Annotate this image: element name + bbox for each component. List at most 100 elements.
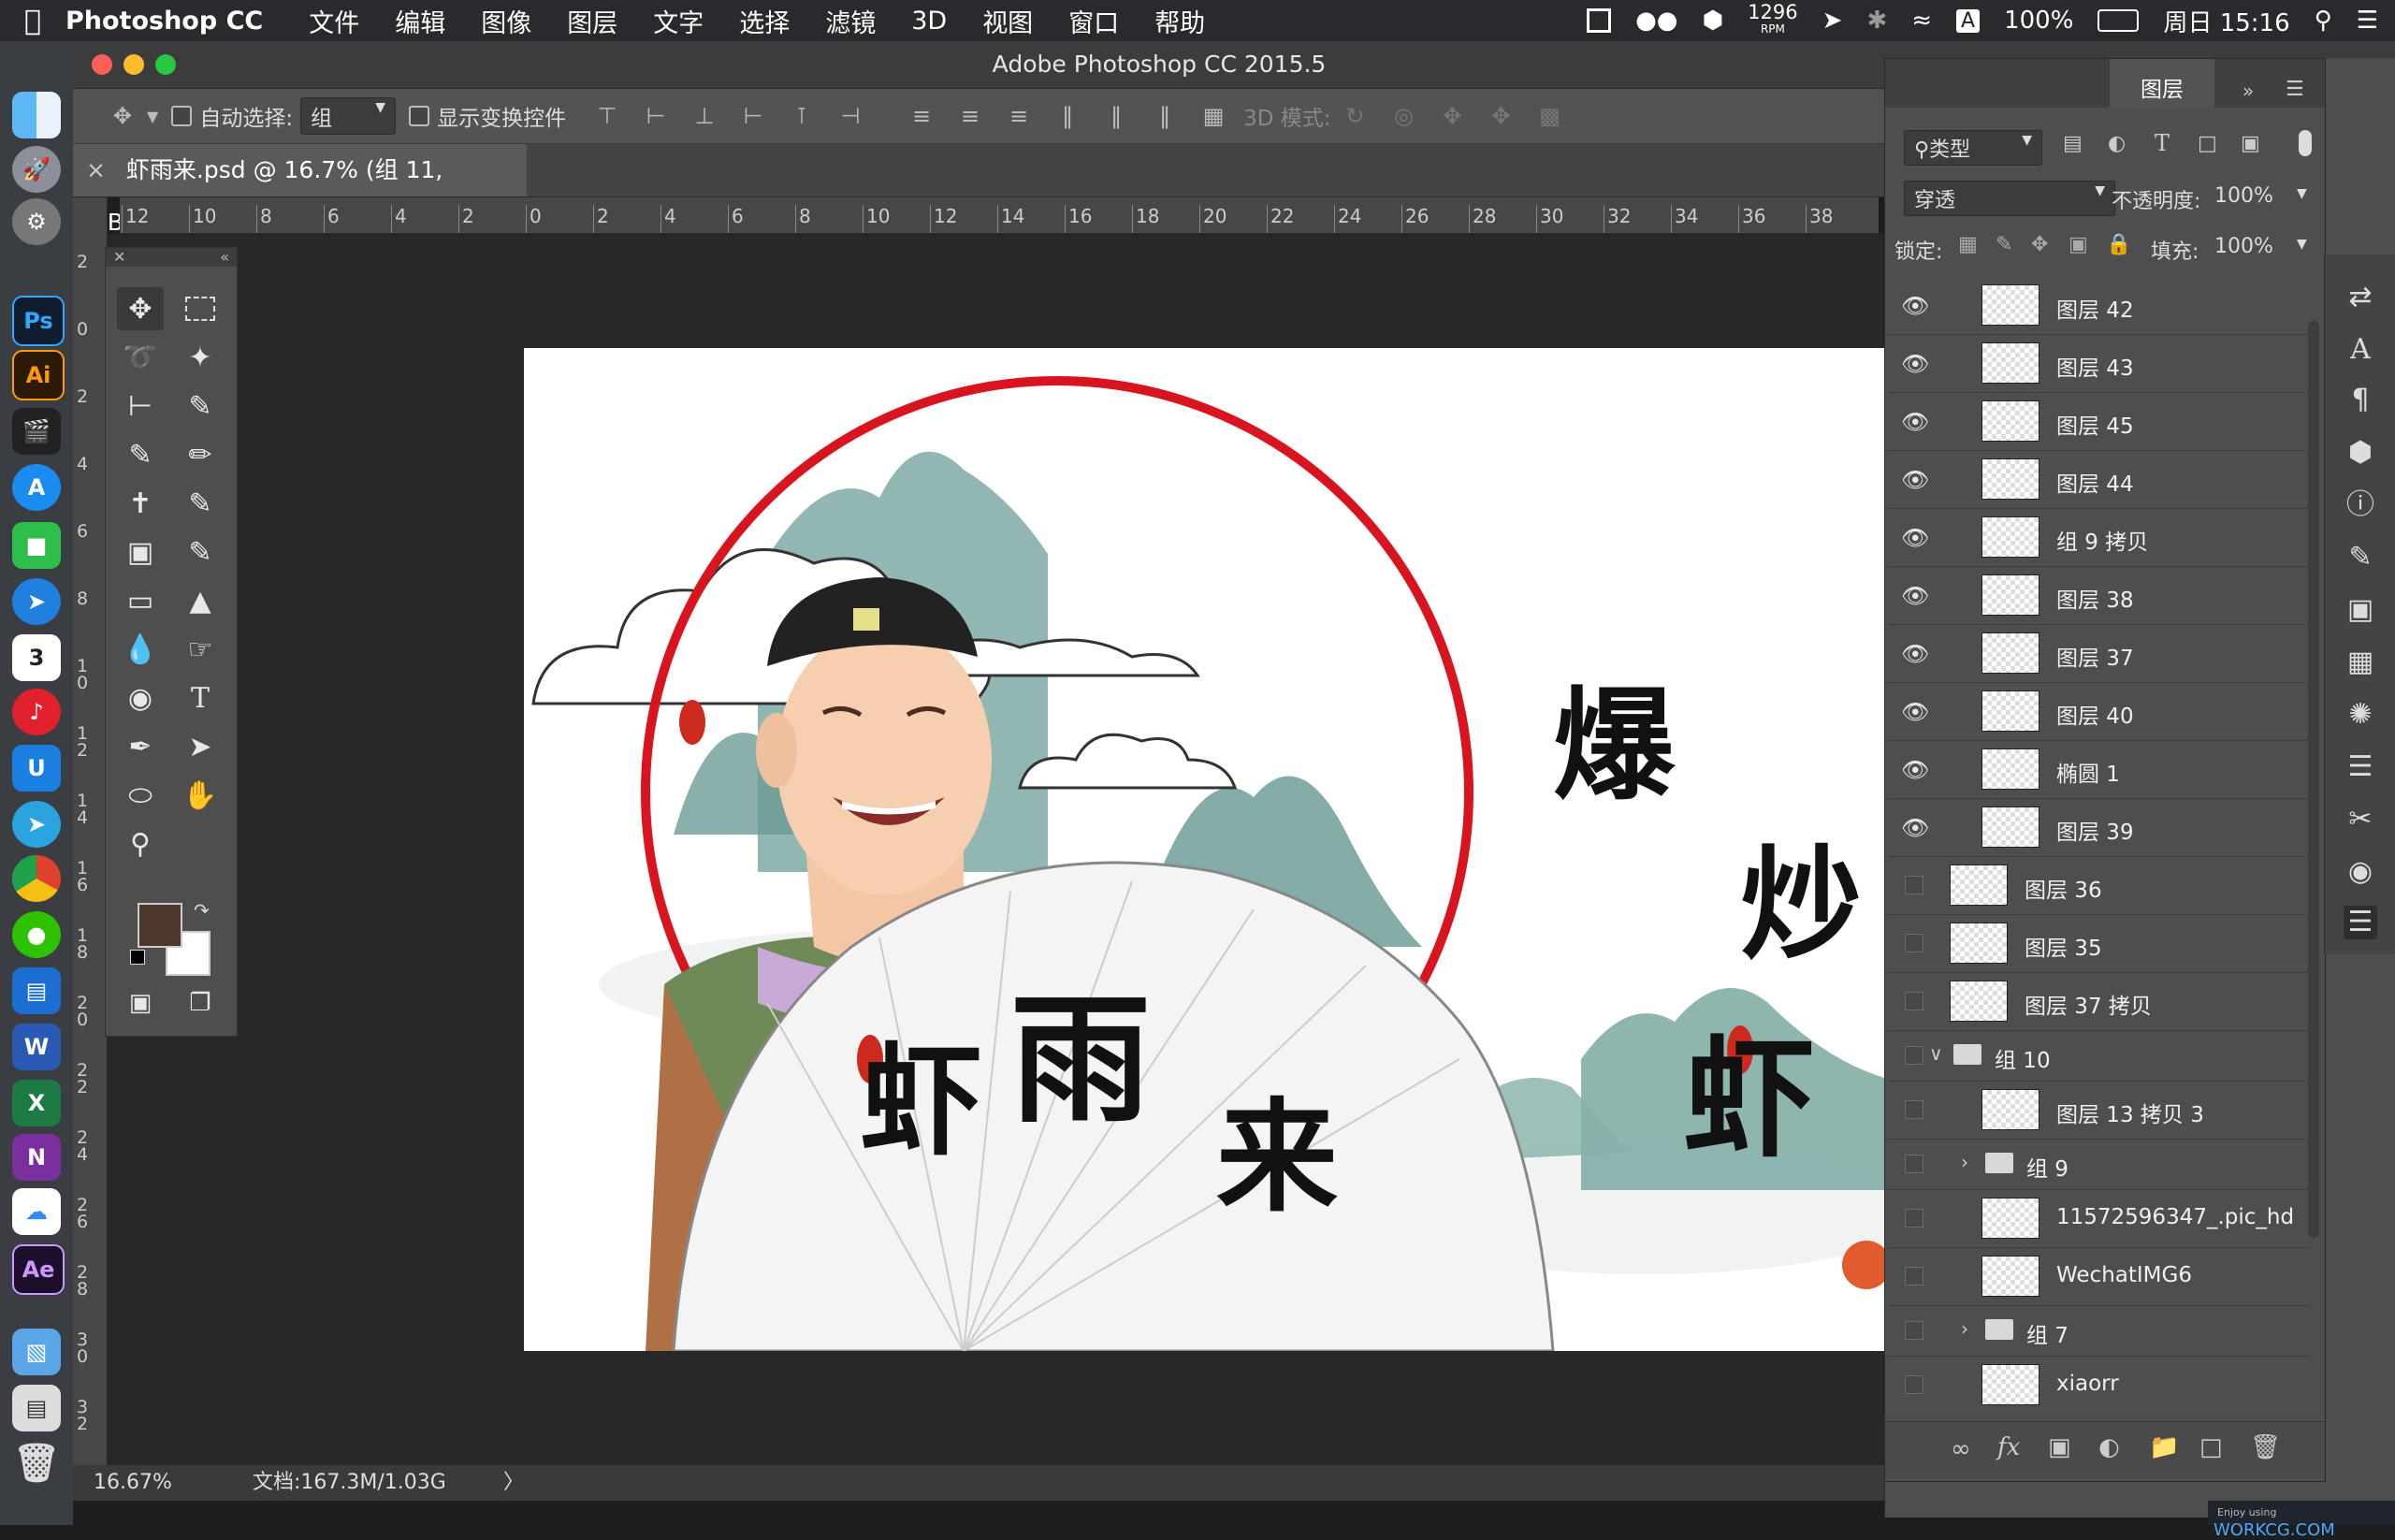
smudge-tool-icon[interactable]: ☞ <box>177 628 224 671</box>
move-tool-preset-icon[interactable]: ✥ <box>110 104 135 128</box>
layer-row[interactable]: 图层 13 拷贝 3 <box>1888 1081 2309 1140</box>
vertical-ruler[interactable]: 2 0 2 4 6 8 1 0 1 2 1 4 1 6 1 8 2 0 2 2 2 4 2 6 2 8 3 0 3… <box>73 197 108 1466</box>
panel-collapse-icon[interactable]: » <box>2243 80 2254 102</box>
calendar-icon[interactable]: 3 <box>12 634 61 681</box>
eye-icon[interactable]: 👁 <box>1901 757 1929 783</box>
layer-row[interactable]: 图层 36 <box>1888 856 2309 915</box>
app-store-icon[interactable]: A <box>12 464 61 511</box>
filter-type-icon[interactable]: T <box>2155 130 2170 156</box>
shield-icon[interactable]: ⬢ <box>1702 7 1723 35</box>
menu-edit[interactable]: 编辑 <box>395 3 445 39</box>
status-menu-arrow[interactable]: 〉 <box>503 1465 524 1501</box>
filter-smartobject-icon[interactable]: ▣ <box>2241 132 2260 155</box>
telegram-icon[interactable]: ➤ <box>12 801 61 848</box>
align-top-icon[interactable]: ⊤ <box>595 104 619 128</box>
align-right-icon[interactable]: ⊣ <box>838 104 863 128</box>
toolbox-header[interactable]: ✕ « <box>106 248 237 267</box>
lock-transparent-icon[interactable]: ▦ <box>1958 233 1978 256</box>
history-brush-tool-icon[interactable]: ✎ <box>177 530 224 574</box>
new-group-icon[interactable]: 📁 <box>2149 1433 2179 1461</box>
menu-file[interactable]: 文件 <box>309 3 359 39</box>
pen-tool-icon[interactable]: ✒ <box>117 725 164 768</box>
layer-row[interactable]: 图层 37 拷贝 <box>1888 972 2309 1031</box>
opacity-dropdown-icon[interactable]: ▼ <box>2297 186 2307 201</box>
lock-artboard-icon[interactable]: ▣ <box>2068 233 2088 256</box>
menu-3d[interactable]: 3D <box>911 7 947 36</box>
brush-presets-icon[interactable]: ✎ <box>2344 541 2377 574</box>
zoom-level[interactable]: 16.67% <box>94 1465 172 1501</box>
layer-row[interactable]: 👁 图层 42 <box>1888 276 2309 335</box>
blend-mode-dropdown[interactable]: 穿透 ▼ <box>1904 181 2115 216</box>
layer-row[interactable]: WechatIMG6 <box>1888 1247 2309 1306</box>
3d-slide-icon[interactable]: ✥ <box>1488 104 1513 128</box>
path-selection-tool-icon[interactable]: ➤ <box>177 725 224 768</box>
eyedropper-tool-icon[interactable]: ✎ <box>177 385 224 428</box>
filter-toggle[interactable] <box>2299 130 2312 156</box>
apple-menu-icon[interactable]:  <box>0 5 65 37</box>
layer-row[interactable]: 图层 35 <box>1888 914 2309 973</box>
visibility-toggle[interactable] <box>1905 934 1923 952</box>
safari-icon[interactable]: ➤ <box>12 578 61 625</box>
layer-row[interactable]: 👁 图层 39 <box>1888 798 2309 857</box>
baidu-netdisk-icon[interactable]: ☁ <box>12 1188 61 1235</box>
align-vcenter-icon[interactable]: ⊢ <box>644 104 668 128</box>
visibility-toggle[interactable] <box>1905 1321 1923 1340</box>
marquee-tool-icon[interactable] <box>177 287 224 330</box>
paint-bucket-tool-icon[interactable]: ▲ <box>177 579 224 622</box>
eye-icon[interactable]: 👁 <box>1901 699 1929 725</box>
adjustments-panel-icon[interactable]: ☰ <box>2344 750 2377 784</box>
layer-row[interactable]: › 组 7 <box>1888 1305 2309 1357</box>
folder-icon[interactable]: ▧ <box>12 1329 61 1375</box>
distribute-top-icon[interactable]: ≡ <box>909 104 934 128</box>
blur-tool-icon[interactable]: 💧 <box>117 628 164 671</box>
align-bottom-icon[interactable]: ⊥ <box>692 104 717 128</box>
wifi-icon[interactable]: ≈ <box>1911 7 1932 35</box>
filter-kind-dropdown[interactable]: ⚲类型 ▼ <box>1904 130 2042 166</box>
menu-type[interactable]: 文字 <box>653 3 704 39</box>
visibility-toggle[interactable] <box>1905 1046 1923 1065</box>
move-tool-icon[interactable]: ✥ <box>117 287 164 330</box>
pencil-tool-icon[interactable]: ✏ <box>177 433 224 476</box>
clone-stamp-tool-icon[interactable]: ▣ <box>117 530 164 574</box>
u-app-icon[interactable]: U <box>12 745 61 792</box>
battery-percent[interactable]: 100% <box>2004 7 2073 35</box>
wechat-icon[interactable]: ●● <box>1635 7 1677 35</box>
delete-layer-icon[interactable]: 🗑 <box>2250 1433 2281 1461</box>
layout-icon[interactable] <box>1587 8 1612 33</box>
layer-row[interactable]: 👁 图层 37 <box>1888 624 2309 683</box>
type-tool-icon[interactable]: T <box>177 676 224 719</box>
channels-panel-icon[interactable]: ◉ <box>2344 855 2377 889</box>
fill-input[interactable]: 100% <box>2214 235 2273 258</box>
align-left-icon[interactable]: ⊢ <box>741 104 765 128</box>
menu-select[interactable]: 选择 <box>739 3 790 39</box>
visibility-toggle[interactable] <box>1905 1100 1923 1119</box>
opacity-input[interactable]: 100% <box>2214 184 2273 208</box>
swatches-panel-icon[interactable]: ▦ <box>2344 646 2377 679</box>
menu-image[interactable]: 图像 <box>481 3 531 39</box>
auto-select-dropdown[interactable]: 组 ▼ <box>300 97 397 135</box>
lock-all-icon[interactable]: 🔒 <box>2106 233 2131 256</box>
eye-icon[interactable]: 👁 <box>1901 525 1929 551</box>
screen-mode-icon[interactable]: ❐ <box>177 981 224 1024</box>
distribute-right-icon[interactable]: ‖ <box>1153 104 1177 128</box>
filter-pixel-icon[interactable]: ▤ <box>2063 132 2083 155</box>
layer-row[interactable]: › 组 9 <box>1888 1139 2309 1190</box>
auto-select-checkbox[interactable] <box>171 106 193 126</box>
eye-icon[interactable]: 👁 <box>1901 293 1929 319</box>
adjustment-layer-icon[interactable]: ◐ <box>2098 1433 2120 1461</box>
menu-filter[interactable]: 滤镜 <box>825 3 876 39</box>
document-tab[interactable]: × 虾雨来.psd @ 16.7% (组 11, RGB/8) * <box>73 144 527 236</box>
after-effects-icon[interactable]: Ae <box>12 1244 65 1295</box>
chevron-right-icon[interactable]: › <box>1961 1151 1968 1173</box>
app-menu[interactable]: Photoshop CC <box>65 7 263 36</box>
hand-tool-icon[interactable]: ✋ <box>177 774 224 817</box>
foreground-color-swatch[interactable] <box>138 903 182 948</box>
horizontal-ruler[interactable]: 12 10 8 6 4 2 0 2 4 6 8 10 12 14 16 18 20 22 24 26 28 30 32 34 3… <box>120 197 1879 234</box>
align-hcenter-icon[interactable]: ⊺ <box>790 104 814 128</box>
lock-position-icon[interactable]: ✥ <box>2031 233 2048 256</box>
visibility-toggle[interactable] <box>1905 992 1923 1010</box>
input-method-icon[interactable]: A <box>1956 8 1981 33</box>
eye-icon[interactable]: 👁 <box>1901 641 1929 667</box>
toolbox-close-icon[interactable]: ✕ <box>113 248 125 266</box>
chrome-icon[interactable] <box>12 855 61 902</box>
